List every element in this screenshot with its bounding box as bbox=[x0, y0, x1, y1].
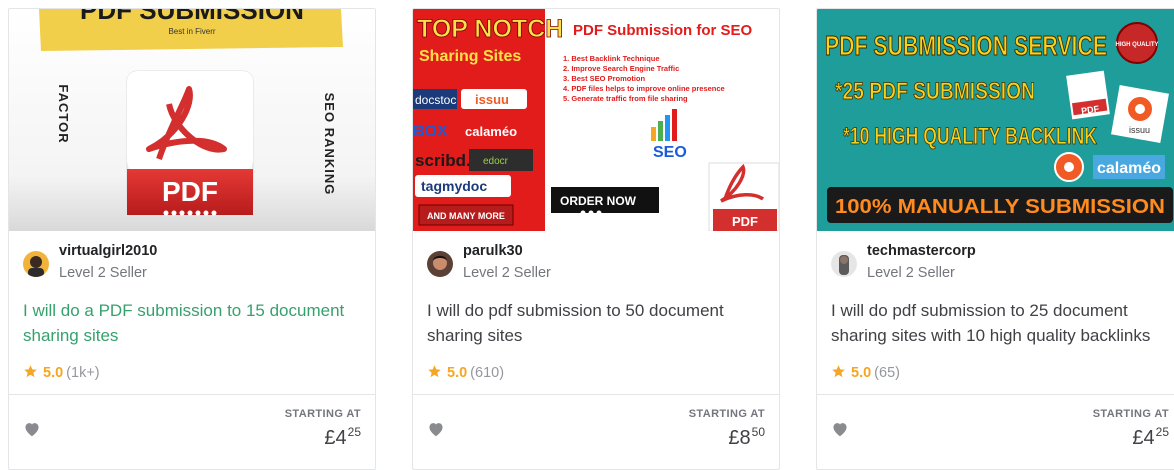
thumb2-and-many-more: AND MANY MORE bbox=[427, 211, 505, 221]
thumb1-right-vertical: SEO RANKING bbox=[322, 93, 337, 196]
starting-at-label: STARTING AT bbox=[284, 408, 361, 420]
price-cents: 25 bbox=[347, 425, 361, 439]
carousel-dots bbox=[580, 210, 602, 216]
rating-score: 5.0 bbox=[851, 365, 872, 381]
seller-name[interactable]: techmastercorp bbox=[867, 243, 976, 259]
price-main: £8 bbox=[728, 427, 751, 449]
thumb3-headline: PDF SUBMISSION SERVICE bbox=[825, 30, 1107, 61]
thumb2-order-now: ORDER NOW bbox=[560, 194, 637, 208]
logo-docstoc: docstoc bbox=[415, 93, 456, 107]
heart-icon[interactable] bbox=[831, 421, 849, 437]
gig-title[interactable]: I will do pdf submission to 25 document … bbox=[831, 298, 1171, 348]
rating-count: (65) bbox=[874, 365, 900, 381]
star-icon bbox=[24, 365, 37, 378]
gig-card-2[interactable]: TOP NOTCH Sharing Sites docstoc issuu BO… bbox=[412, 8, 780, 470]
gig-price[interactable]: £850 bbox=[728, 425, 765, 450]
price-main: £4 bbox=[324, 427, 347, 449]
gig-thumbnail-3[interactable]: PDF SUBMISSION SERVICE HIGH QUALITY *25 … bbox=[817, 9, 1174, 231]
logo-tagmydoc: tagmydoc bbox=[421, 178, 487, 194]
rating-score: 5.0 bbox=[43, 365, 64, 381]
thumb3-issuu-label: issuu bbox=[1129, 125, 1150, 135]
gig-card-1[interactable]: PDF SUBMISSION Best in Fiverr PDF FACTOR… bbox=[8, 8, 376, 470]
thumb2-list-2: 2. Improve Search Engine Traffic bbox=[563, 64, 679, 73]
starting-at-label: STARTING AT bbox=[1092, 408, 1169, 420]
gig-title[interactable]: I will do a PDF submission to 15 documen… bbox=[23, 298, 363, 348]
price-cents: 50 bbox=[751, 425, 765, 439]
thumb2-seo-label: SEO bbox=[653, 144, 687, 161]
thumb1-pdf-label: PDF bbox=[162, 176, 218, 207]
thumb1-banner-sub: Best in Fiverr bbox=[168, 27, 215, 36]
thumb3-line-1: *25 PDF SUBMISSION bbox=[835, 78, 1035, 105]
thumb2-list-5: 5. Generate traffic from file sharing bbox=[563, 94, 688, 103]
thumb2-list-4: 4. PDF files helps to improve online pre… bbox=[563, 84, 725, 93]
logo-box: BOX bbox=[413, 123, 448, 140]
gig-rating: 5.0 (65) bbox=[831, 363, 900, 383]
gig-thumbnail-2[interactable]: TOP NOTCH Sharing Sites docstoc issuu BO… bbox=[413, 9, 779, 231]
thumb3-badge: HIGH QUALITY bbox=[1116, 42, 1159, 48]
starting-at-label: STARTING AT bbox=[688, 408, 765, 420]
logo-edocr: edocr bbox=[483, 156, 509, 167]
seller-level: Level 2 Seller bbox=[463, 265, 551, 281]
thumb2-list-1: 1. Best Backlink Technique bbox=[563, 54, 660, 63]
seller-level: Level 2 Seller bbox=[867, 265, 955, 281]
seller-avatar[interactable] bbox=[23, 251, 49, 277]
logo-issuu: issuu bbox=[475, 92, 509, 107]
price-main: £4 bbox=[1132, 427, 1155, 449]
thumb3-calameo-label: calaméo bbox=[1097, 160, 1161, 177]
seller-level: Level 2 Seller bbox=[59, 265, 147, 281]
thumb3-line-2: *10 HIGH QUALITY BACKLINK bbox=[843, 123, 1097, 150]
gig-price[interactable]: £425 bbox=[1132, 425, 1169, 450]
rating-score: 5.0 bbox=[447, 365, 468, 381]
thumb2-pdf-label: PDF bbox=[732, 214, 758, 229]
price-cents: 25 bbox=[1155, 425, 1169, 439]
heart-icon[interactable] bbox=[23, 421, 41, 437]
gig-title[interactable]: I will do pdf submission to 50 document … bbox=[427, 298, 767, 348]
thumb1-banner-text: PDF SUBMISSION bbox=[80, 9, 304, 25]
gig-card-3[interactable]: PDF SUBMISSION SERVICE HIGH QUALITY *25 … bbox=[816, 8, 1174, 470]
seller-avatar[interactable] bbox=[831, 251, 857, 277]
gig-rating: 5.0 (1k+) bbox=[23, 363, 100, 383]
star-icon bbox=[832, 365, 845, 378]
thumb3-bottom-banner: 100% MANUALLY SUBMISSION bbox=[835, 196, 1165, 218]
heart-icon[interactable] bbox=[427, 421, 445, 437]
gig-rating: 5.0 (610) bbox=[427, 363, 504, 383]
star-icon bbox=[428, 365, 441, 378]
thumb2-headline-2: Sharing Sites bbox=[419, 48, 521, 65]
seller-avatar[interactable] bbox=[427, 251, 453, 277]
thumb2-headline-1: TOP NOTCH bbox=[417, 15, 563, 43]
rating-count: (1k+) bbox=[66, 365, 100, 381]
seller-name[interactable]: parulk30 bbox=[463, 243, 523, 259]
thumb2-right-title: PDF Submission for SEO bbox=[573, 22, 753, 39]
thumb1-left-vertical: FACTOR bbox=[56, 84, 71, 143]
gig-thumbnail-1[interactable]: PDF SUBMISSION Best in Fiverr PDF FACTOR… bbox=[9, 9, 375, 231]
logo-calameo: calaméo bbox=[465, 124, 517, 139]
gig-price[interactable]: £425 bbox=[324, 425, 361, 450]
logo-scribd: scribd. bbox=[415, 151, 471, 170]
thumb2-list-3: 3. Best SEO Promotion bbox=[563, 74, 646, 83]
rating-count: (610) bbox=[470, 365, 505, 381]
seller-name[interactable]: virtualgirl2010 bbox=[59, 243, 157, 259]
